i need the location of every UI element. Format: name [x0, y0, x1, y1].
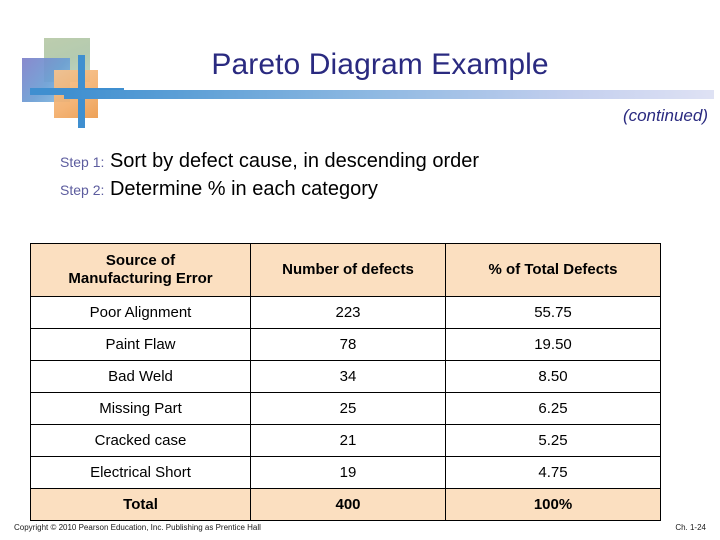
step-2-text: Determine % in each category	[109, 178, 378, 200]
cell-source: Paint Flaw	[30, 328, 251, 361]
table-row: Paint Flaw 78 19.50	[30, 328, 661, 361]
cell-defects: 78	[250, 328, 446, 361]
table-row: Poor Alignment 223 55.75	[30, 296, 661, 329]
step-line-1: Step 1: Sort by defect cause, in descend…	[60, 148, 700, 176]
table-row: Missing Part 25 6.25	[30, 392, 661, 425]
cell-source: Poor Alignment	[30, 296, 251, 329]
column-header-source: Source of Manufacturing Error	[30, 243, 251, 297]
continued-note: (continued)	[622, 106, 708, 125]
cell-defects: 34	[250, 360, 446, 393]
column-header-percent: % of Total Defects	[445, 243, 661, 297]
column-header-source-line1: Source of	[105, 252, 176, 269]
cell-total-percent: 100%	[445, 488, 661, 521]
defect-data-table: Source of Manufacturing Error Number of …	[30, 243, 661, 521]
cell-percent: 4.75	[445, 456, 661, 489]
table-row: Electrical Short 19 4.75	[30, 456, 661, 489]
cell-source: Bad Weld	[30, 360, 251, 393]
column-header-source-line2: Manufacturing Error	[68, 270, 213, 287]
cell-percent: 8.50	[445, 360, 661, 393]
step-2-label: Step 2:	[60, 182, 105, 198]
cell-total-defects: 400	[250, 488, 446, 521]
footer-copyright: Copyright © 2010 Pearson Education, Inc.…	[14, 523, 261, 532]
cell-percent: 19.50	[445, 328, 661, 361]
cell-percent: 6.25	[445, 392, 661, 425]
step-1-text: Sort by defect cause, in descending orde…	[109, 150, 480, 172]
table-row: Cracked case 21 5.25	[30, 424, 661, 457]
cell-total-label: Total	[30, 488, 251, 521]
table-row: Bad Weld 34 8.50	[30, 360, 661, 393]
cell-percent: 55.75	[445, 296, 661, 329]
cell-defects: 25	[250, 392, 446, 425]
cell-defects: 19	[250, 456, 446, 489]
column-header-defects: Number of defects	[250, 243, 446, 297]
step-1-label: Step 1:	[60, 154, 105, 170]
slide-title: Pareto Diagram Example	[211, 48, 549, 81]
cell-percent: 5.25	[445, 424, 661, 457]
cell-defects: 223	[250, 296, 446, 329]
title-underline-rule	[64, 90, 714, 99]
table-header-row: Source of Manufacturing Error Number of …	[30, 243, 661, 297]
cell-source: Electrical Short	[30, 456, 251, 489]
steps-block: Step 1: Sort by defect cause, in descend…	[60, 148, 700, 204]
cell-defects: 21	[250, 424, 446, 457]
cell-source: Cracked case	[30, 424, 251, 457]
table-total-row: Total 400 100%	[30, 488, 661, 521]
step-line-2: Step 2: Determine % in each category	[60, 176, 700, 204]
slide-logo-decoration	[16, 38, 124, 138]
footer-chapter-id: Ch. 1-24	[675, 523, 706, 532]
cell-source: Missing Part	[30, 392, 251, 425]
